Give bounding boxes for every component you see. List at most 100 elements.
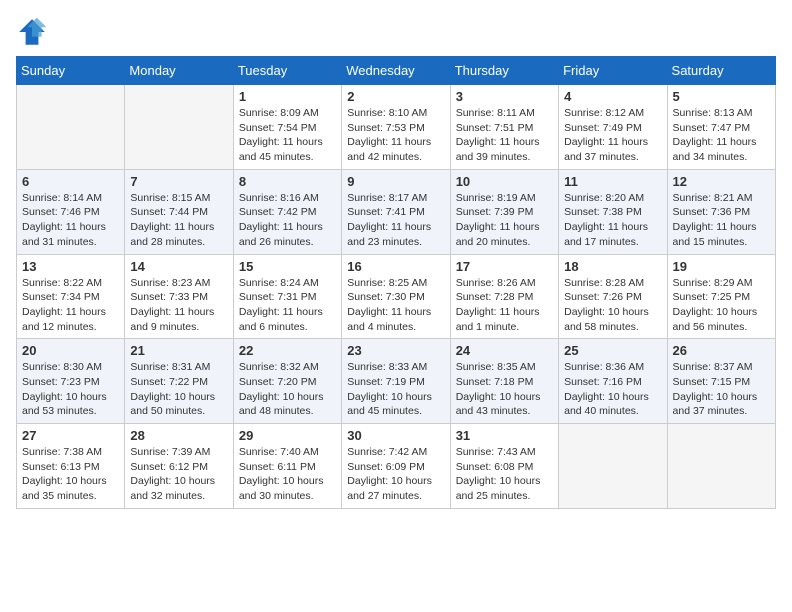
- calendar-cell: 1 Sunrise: 8:09 AM Sunset: 7:54 PM Daylig…: [233, 85, 341, 170]
- calendar-cell: 3Sunrise: 8:11 AM Sunset: 7:51 PM Daylig…: [450, 85, 558, 170]
- day-number: 6: [22, 174, 119, 189]
- day-number: 11: [564, 174, 661, 189]
- day-info: Sunrise: 8:10 AM Sunset: 7:53 PM Dayligh…: [347, 106, 444, 165]
- logo-icon: [16, 16, 48, 48]
- day-info: Sunrise: 8:12 AM Sunset: 7:49 PM Dayligh…: [564, 106, 661, 165]
- calendar-cell: 25 Sunrise: 8:36 AM Sunset: 7:16 PM Dayli…: [559, 339, 667, 424]
- day-number: 22: [239, 343, 336, 358]
- calendar-cell: 30 Sunrise: 7:42 AM Sunset: 6:09 PM Dayli…: [342, 424, 450, 509]
- day-info: Sunrise: 8:25 AM Sunset: 7:30 PM Dayligh…: [347, 276, 444, 335]
- day-info: Sunrise: 8:16 AM Sunset: 7:42 PM Dayligh…: [239, 191, 336, 250]
- day-info: Sunrise: 8:28 AM Sunset: 7:26 PM Dayligh…: [564, 276, 661, 335]
- day-info: Sunrise: 8:31 AM Sunset: 7:22 PM Dayligh…: [130, 360, 227, 419]
- day-info: Sunrise: 8:20 AM Sunset: 7:38 PM Dayligh…: [564, 191, 661, 250]
- day-info: Sunrise: 7:39 AM Sunset: 6:12 PM Dayligh…: [130, 445, 227, 504]
- day-number: 27: [22, 428, 119, 443]
- day-number: 9: [347, 174, 444, 189]
- calendar-cell: 5 Sunrise: 8:13 AM Sunset: 7:47 PM Daylig…: [667, 85, 775, 170]
- calendar-cell: 16 Sunrise: 8:25 AM Sunset: 7:30 PM Dayli…: [342, 254, 450, 339]
- calendar-cell: 13Sunrise: 8:22 AM Sunset: 7:34 PM Dayli…: [17, 254, 125, 339]
- day-info: Sunrise: 8:26 AM Sunset: 7:28 PM Dayligh…: [456, 276, 553, 335]
- day-number: 8: [239, 174, 336, 189]
- calendar-cell: 8 Sunrise: 8:16 AM Sunset: 7:42 PM Daylig…: [233, 169, 341, 254]
- day-info: Sunrise: 8:19 AM Sunset: 7:39 PM Dayligh…: [456, 191, 553, 250]
- calendar-cell: 23 Sunrise: 8:33 AM Sunset: 7:19 PM Dayli…: [342, 339, 450, 424]
- weekday-header-saturday: Saturday: [667, 57, 775, 85]
- day-number: 15: [239, 259, 336, 274]
- day-number: 7: [130, 174, 227, 189]
- calendar-cell: 19 Sunrise: 8:29 AM Sunset: 7:25 PM Dayli…: [667, 254, 775, 339]
- day-info: Sunrise: 8:14 AM Sunset: 7:46 PM Dayligh…: [22, 191, 119, 250]
- day-number: 16: [347, 259, 444, 274]
- calendar-week-row-3: 13Sunrise: 8:22 AM Sunset: 7:34 PM Dayli…: [17, 254, 776, 339]
- calendar-cell: 4 Sunrise: 8:12 AM Sunset: 7:49 PM Daylig…: [559, 85, 667, 170]
- calendar-cell: [125, 85, 233, 170]
- day-number: 31: [456, 428, 553, 443]
- day-number: 17: [456, 259, 553, 274]
- day-number: 12: [673, 174, 770, 189]
- calendar-cell: 11 Sunrise: 8:20 AM Sunset: 7:38 PM Dayli…: [559, 169, 667, 254]
- calendar-cell: [667, 424, 775, 509]
- calendar-cell: 20Sunrise: 8:30 AM Sunset: 7:23 PM Dayli…: [17, 339, 125, 424]
- day-number: 1: [239, 89, 336, 104]
- day-number: 19: [673, 259, 770, 274]
- calendar-cell: 15 Sunrise: 8:24 AM Sunset: 7:31 PM Dayli…: [233, 254, 341, 339]
- day-number: 24: [456, 343, 553, 358]
- day-number: 3: [456, 89, 553, 104]
- day-number: 30: [347, 428, 444, 443]
- calendar-cell: 2 Sunrise: 8:10 AM Sunset: 7:53 PM Daylig…: [342, 85, 450, 170]
- day-info: Sunrise: 8:33 AM Sunset: 7:19 PM Dayligh…: [347, 360, 444, 419]
- calendar-cell: 28 Sunrise: 7:39 AM Sunset: 6:12 PM Dayli…: [125, 424, 233, 509]
- day-number: 21: [130, 343, 227, 358]
- calendar-cell: 26 Sunrise: 8:37 AM Sunset: 7:15 PM Dayli…: [667, 339, 775, 424]
- day-info: Sunrise: 8:23 AM Sunset: 7:33 PM Dayligh…: [130, 276, 227, 335]
- day-number: 29: [239, 428, 336, 443]
- calendar-week-row-5: 27 Sunrise: 7:38 AM Sunset: 6:13 PM Dayli…: [17, 424, 776, 509]
- weekday-header-sunday: Sunday: [17, 57, 125, 85]
- day-number: 13: [22, 259, 119, 274]
- day-number: 4: [564, 89, 661, 104]
- calendar-week-row-4: 20Sunrise: 8:30 AM Sunset: 7:23 PM Dayli…: [17, 339, 776, 424]
- calendar-cell: 17 Sunrise: 8:26 AM Sunset: 7:28 PM Dayli…: [450, 254, 558, 339]
- calendar-table: SundayMondayTuesdayWednesdayThursdayFrid…: [16, 56, 776, 509]
- day-info: Sunrise: 8:29 AM Sunset: 7:25 PM Dayligh…: [673, 276, 770, 335]
- day-info: Sunrise: 7:40 AM Sunset: 6:11 PM Dayligh…: [239, 445, 336, 504]
- day-info: Sunrise: 8:09 AM Sunset: 7:54 PM Dayligh…: [239, 106, 336, 165]
- day-info: Sunrise: 8:21 AM Sunset: 7:36 PM Dayligh…: [673, 191, 770, 250]
- calendar-week-row-1: 1 Sunrise: 8:09 AM Sunset: 7:54 PM Daylig…: [17, 85, 776, 170]
- calendar-cell: 10 Sunrise: 8:19 AM Sunset: 7:39 PM Dayli…: [450, 169, 558, 254]
- day-number: 2: [347, 89, 444, 104]
- day-info: Sunrise: 7:38 AM Sunset: 6:13 PM Dayligh…: [22, 445, 119, 504]
- day-number: 14: [130, 259, 227, 274]
- day-number: 23: [347, 343, 444, 358]
- day-number: 5: [673, 89, 770, 104]
- day-info: Sunrise: 8:32 AM Sunset: 7:20 PM Dayligh…: [239, 360, 336, 419]
- weekday-header-row: SundayMondayTuesdayWednesdayThursdayFrid…: [17, 57, 776, 85]
- day-number: 20: [22, 343, 119, 358]
- calendar-cell: 12 Sunrise: 8:21 AM Sunset: 7:36 PM Dayli…: [667, 169, 775, 254]
- calendar-cell: 29 Sunrise: 7:40 AM Sunset: 6:11 PM Dayli…: [233, 424, 341, 509]
- calendar-cell: 18 Sunrise: 8:28 AM Sunset: 7:26 PM Dayli…: [559, 254, 667, 339]
- calendar-cell: 9 Sunrise: 8:17 AM Sunset: 7:41 PM Daylig…: [342, 169, 450, 254]
- page-header: [16, 16, 776, 48]
- logo: [16, 16, 52, 48]
- calendar-cell: [559, 424, 667, 509]
- day-info: Sunrise: 7:42 AM Sunset: 6:09 PM Dayligh…: [347, 445, 444, 504]
- day-info: Sunrise: 8:15 AM Sunset: 7:44 PM Dayligh…: [130, 191, 227, 250]
- day-info: Sunrise: 7:43 AM Sunset: 6:08 PM Dayligh…: [456, 445, 553, 504]
- calendar-cell: 14 Sunrise: 8:23 AM Sunset: 7:33 PM Dayli…: [125, 254, 233, 339]
- calendar-week-row-2: 6 Sunrise: 8:14 AM Sunset: 7:46 PM Daylig…: [17, 169, 776, 254]
- day-info: Sunrise: 8:37 AM Sunset: 7:15 PM Dayligh…: [673, 360, 770, 419]
- day-info: Sunrise: 8:17 AM Sunset: 7:41 PM Dayligh…: [347, 191, 444, 250]
- day-number: 10: [456, 174, 553, 189]
- day-number: 26: [673, 343, 770, 358]
- calendar-cell: 24Sunrise: 8:35 AM Sunset: 7:18 PM Dayli…: [450, 339, 558, 424]
- day-number: 25: [564, 343, 661, 358]
- day-info: Sunrise: 8:36 AM Sunset: 7:16 PM Dayligh…: [564, 360, 661, 419]
- weekday-header-tuesday: Tuesday: [233, 57, 341, 85]
- day-info: Sunrise: 8:24 AM Sunset: 7:31 PM Dayligh…: [239, 276, 336, 335]
- day-info: Sunrise: 8:13 AM Sunset: 7:47 PM Dayligh…: [673, 106, 770, 165]
- calendar-cell: 6 Sunrise: 8:14 AM Sunset: 7:46 PM Daylig…: [17, 169, 125, 254]
- day-number: 28: [130, 428, 227, 443]
- day-number: 18: [564, 259, 661, 274]
